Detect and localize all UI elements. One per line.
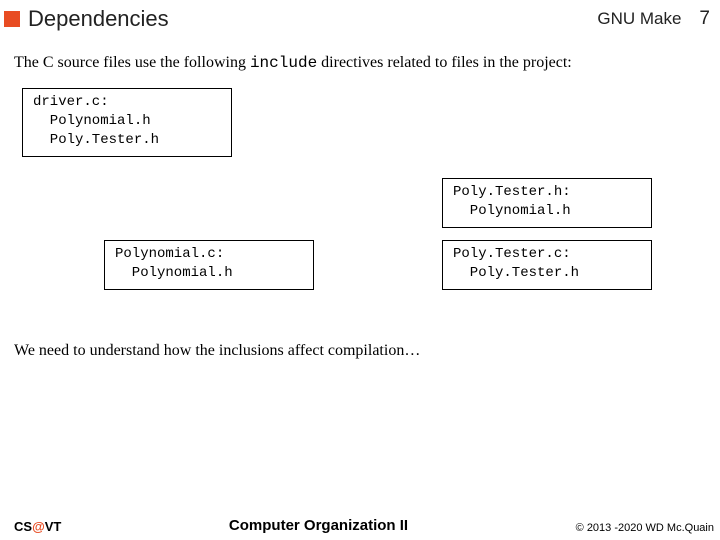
footer-org: CS@VT bbox=[14, 519, 61, 534]
intro-post: directives related to files in the proje… bbox=[317, 54, 572, 71]
slide-topic: GNU Make bbox=[597, 9, 681, 29]
code-box-polytester-c: Poly.Tester.c: Poly.Tester.h bbox=[442, 240, 652, 290]
footer-copyright: © 2013 -2020 WD Mc.Quain bbox=[576, 522, 714, 534]
footer-org-cs: CS bbox=[14, 519, 32, 534]
slide-footer: CS@VT Computer Organization II © 2013 -2… bbox=[0, 517, 720, 534]
intro-code: include bbox=[250, 54, 317, 72]
closing-text: We need to understand how the inclusions… bbox=[0, 342, 720, 360]
slide-header: Dependencies GNU Make 7 bbox=[0, 0, 720, 36]
title-bullet-icon bbox=[4, 11, 20, 27]
footer-org-at: @ bbox=[32, 519, 45, 534]
code-box-driver: driver.c: Polynomial.h Poly.Tester.h bbox=[22, 88, 232, 157]
slide-title: Dependencies bbox=[28, 6, 597, 32]
page-number: 7 bbox=[699, 8, 710, 30]
intro-pre: The C source files use the following bbox=[14, 54, 250, 71]
footer-course: Computer Organization II bbox=[61, 517, 575, 534]
code-box-polynomial-c: Polynomial.c: Polynomial.h bbox=[104, 240, 314, 290]
dependency-diagram: driver.c: Polynomial.h Poly.Tester.h Pol… bbox=[0, 82, 720, 342]
intro-text: The C source files use the following inc… bbox=[0, 36, 720, 72]
code-box-polytester-h: Poly.Tester.h: Polynomial.h bbox=[442, 178, 652, 228]
footer-org-vt: VT bbox=[45, 519, 62, 534]
